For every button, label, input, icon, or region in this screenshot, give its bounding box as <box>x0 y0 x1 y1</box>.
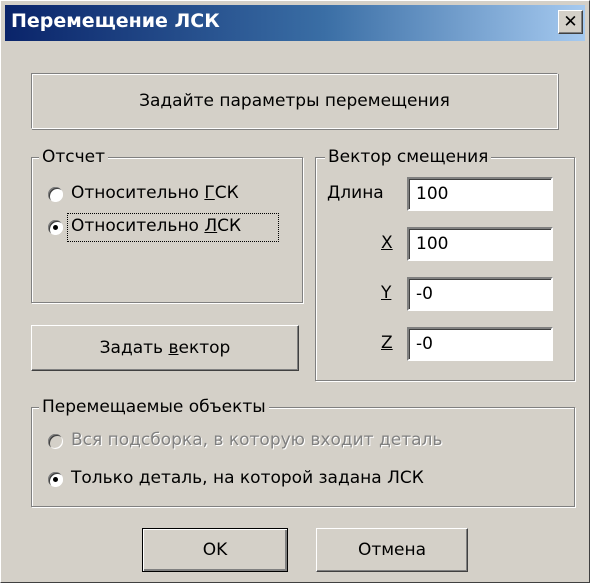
set-vector-button-label: Задать вектор <box>99 338 231 358</box>
radio-relative-gsk[interactable] <box>48 187 63 202</box>
radio-whole-subassembly[interactable] <box>48 434 63 449</box>
radio-relative-gsk-label[interactable]: Относительно ГСК <box>71 183 239 203</box>
radio-relative-lsk-label[interactable]: Относительно ЛСК <box>71 216 241 236</box>
close-button[interactable]: ✕ <box>558 10 583 34</box>
z-value: -0 <box>416 334 433 354</box>
radio-only-part-label[interactable]: Только деталь, на которой задана ЛСК <box>71 468 424 488</box>
objects-group-legend: Перемещаемые объекты <box>39 397 269 417</box>
instruction-banner: Задайте параметры перемещения <box>31 73 558 129</box>
cancel-button-label: Отмена <box>357 540 427 560</box>
y-value: -0 <box>416 284 433 304</box>
z-input[interactable]: -0 <box>407 327 553 361</box>
length-input[interactable]: 100 <box>407 177 553 211</box>
length-value: 100 <box>416 184 449 204</box>
instruction-text: Задайте параметры перемещения <box>139 91 450 111</box>
y-input[interactable]: -0 <box>407 277 553 311</box>
dialog-window: Перемещение ЛСК ✕ Задайте параметры пере… <box>0 0 590 583</box>
x-value: 100 <box>416 234 449 254</box>
x-label: X <box>381 233 393 253</box>
radio-relative-lsk[interactable] <box>48 220 63 235</box>
close-icon: ✕ <box>563 11 578 32</box>
z-label: Z <box>381 333 393 353</box>
set-vector-button[interactable]: Задать вектор <box>31 325 299 371</box>
objects-groupbox <box>31 407 575 507</box>
title-bar[interactable]: Перемещение ЛСК ✕ <box>5 5 585 41</box>
vector-group-legend: Вектор смещения <box>325 147 492 167</box>
x-input[interactable]: 100 <box>407 227 553 261</box>
y-label: Y <box>381 283 392 303</box>
ok-button[interactable]: OK <box>142 528 288 572</box>
radio-whole-subassembly-label[interactable]: Вся подсборка, в которую входит деталь <box>71 430 442 450</box>
length-label: Длина <box>327 183 384 203</box>
window-title: Перемещение ЛСК <box>11 10 220 32</box>
radio-only-part[interactable] <box>48 472 63 487</box>
ok-button-label: OK <box>202 540 228 560</box>
reference-group-legend: Отсчет <box>39 147 109 167</box>
cancel-button[interactable]: Отмена <box>316 528 468 572</box>
